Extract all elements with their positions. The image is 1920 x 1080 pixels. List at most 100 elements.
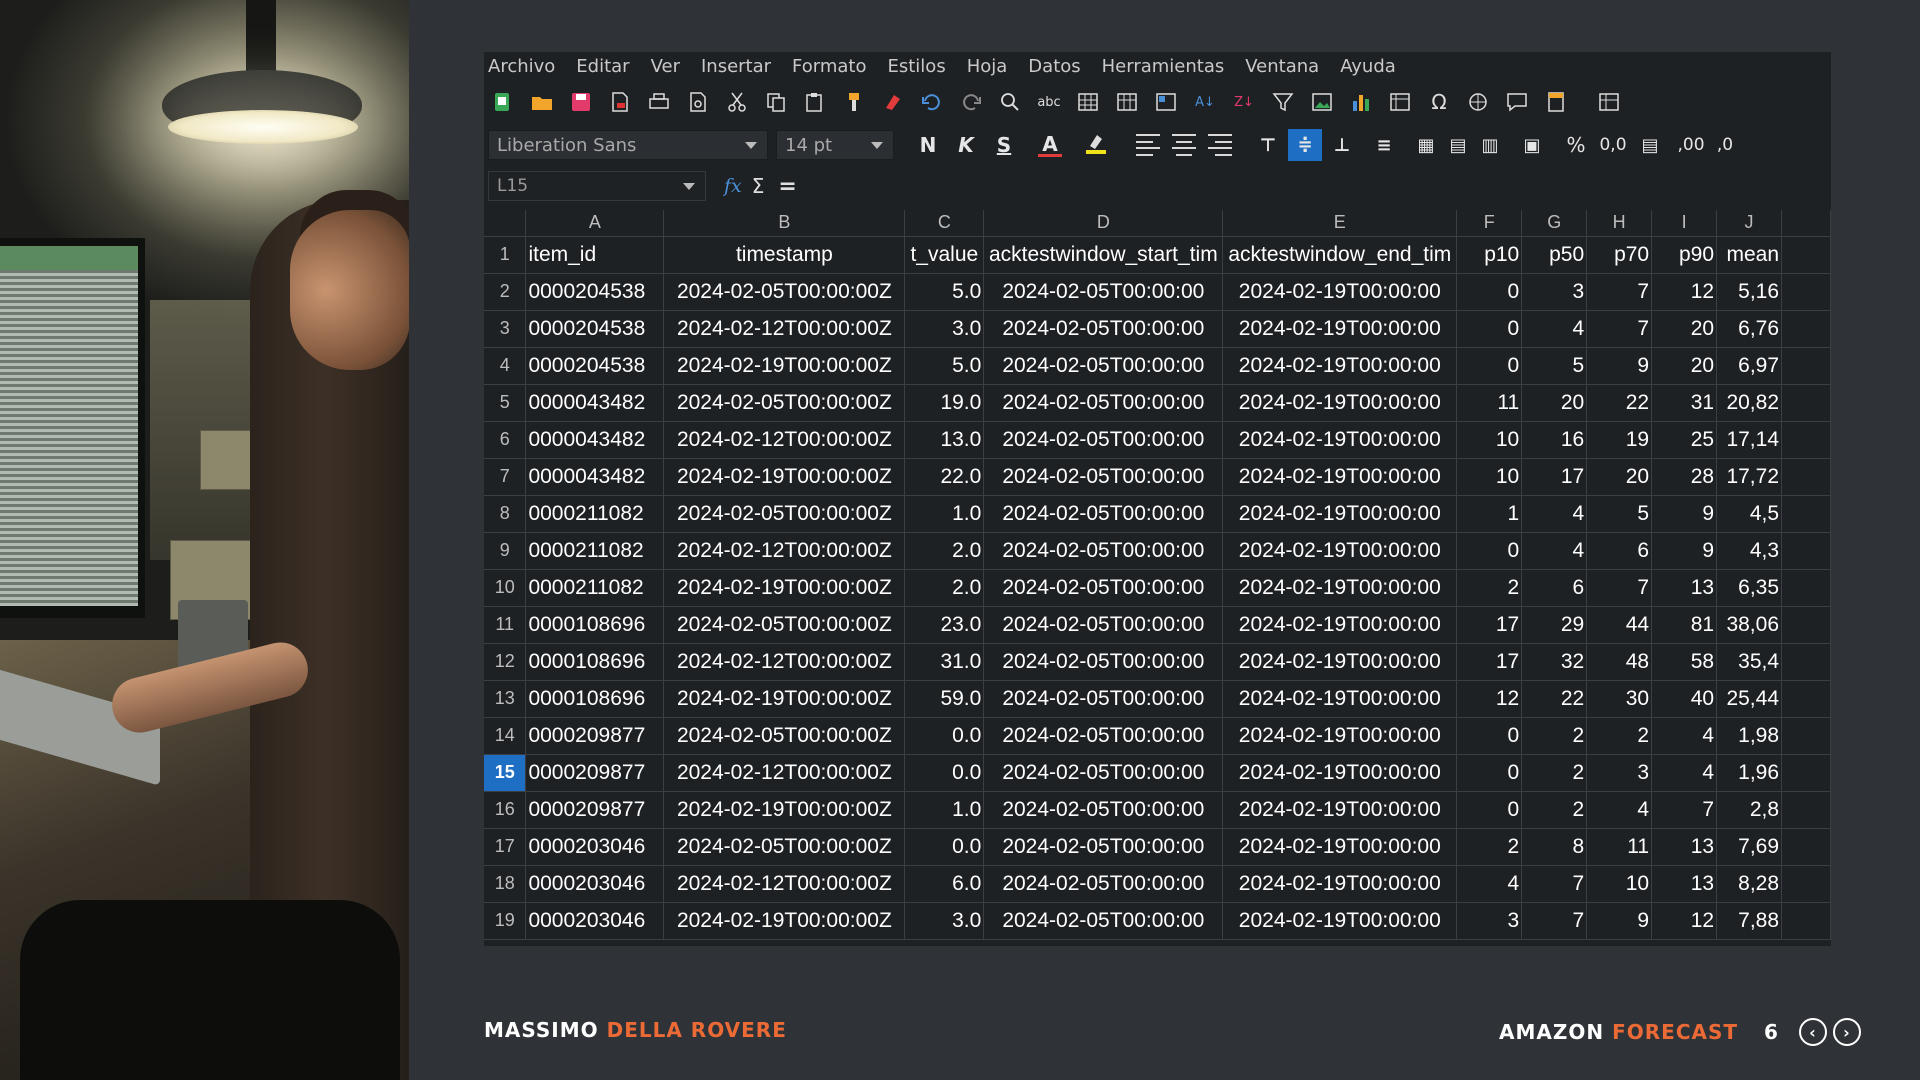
header-cell[interactable]: acktestwindow_start_tim [983, 236, 1224, 274]
hyperlink-icon[interactable] [1467, 91, 1489, 113]
table-cell[interactable]: 2024-02-19T00:00:00 [1222, 347, 1458, 385]
table-cell[interactable]: 0000203046 [525, 902, 665, 940]
table-cell[interactable]: 3 [1521, 273, 1588, 311]
table-cell[interactable]: 6 [1521, 569, 1588, 607]
table-cell[interactable]: 10 [1456, 458, 1523, 496]
table-cell[interactable]: 2024-02-19T00:00:00 [1222, 273, 1458, 311]
table-cell[interactable]: 1,96 [1716, 754, 1783, 792]
table-cell[interactable]: 2024-02-19T00:00:00 [1222, 569, 1458, 607]
header-cell[interactable]: p90 [1651, 236, 1718, 274]
table-cell[interactable]: 6,97 [1716, 347, 1783, 385]
table-cell[interactable]: 2024-02-12T00:00:00Z [663, 643, 906, 681]
table-cell[interactable]: 2024-02-05T00:00:00Z [663, 273, 906, 311]
table-cell[interactable]: 0000204538 [525, 347, 665, 385]
table-cell[interactable]: 2024-02-05T00:00:00 [983, 643, 1224, 681]
row-header[interactable]: 19 [484, 902, 527, 940]
table-cell[interactable]: 0000209877 [525, 754, 665, 792]
redo-icon[interactable] [960, 91, 982, 113]
table-cell[interactable]: 2024-02-05T00:00:00 [983, 717, 1224, 755]
table-cell[interactable]: 20,82 [1716, 384, 1783, 422]
table-cell[interactable]: 4 [1651, 754, 1718, 792]
table-cell[interactable]: 7 [1521, 902, 1588, 940]
table-cell[interactable]: 0.0 [904, 828, 985, 866]
table-cell[interactable]: 0000108696 [525, 643, 665, 681]
table-cell[interactable]: 2024-02-12T00:00:00Z [663, 310, 906, 348]
table-cell[interactable]: 2024-02-05T00:00:00Z [663, 606, 906, 644]
table-cell[interactable]: 7 [1521, 865, 1588, 903]
table-cell[interactable]: 2 [1521, 717, 1588, 755]
table-cell[interactable]: 20 [1521, 384, 1588, 422]
column-header[interactable]: G [1521, 210, 1588, 237]
table-cell[interactable]: 20 [1586, 458, 1653, 496]
table-cell[interactable]: 2.0 [904, 569, 985, 607]
center-vertically-icon[interactable]: ≑ [1288, 129, 1322, 161]
table-cell[interactable]: 16 [1521, 421, 1588, 459]
table-cell[interactable]: 2024-02-05T00:00:00 [983, 902, 1224, 940]
copy-icon[interactable] [765, 91, 787, 113]
wrap-text-icon[interactable]: ≡ [1372, 135, 1396, 156]
table-cell[interactable]: 8,28 [1716, 865, 1783, 903]
table-cell[interactable]: 2024-02-05T00:00:00 [983, 421, 1224, 459]
empty-cell[interactable] [1781, 532, 1831, 570]
insert-image-icon[interactable] [1311, 91, 1333, 113]
number-format-button[interactable]: 0,0 [1598, 135, 1628, 155]
table-cell[interactable]: 23.0 [904, 606, 985, 644]
table-cell[interactable]: 0.0 [904, 717, 985, 755]
table-cell[interactable]: 13.0 [904, 421, 985, 459]
table-cell[interactable]: 2024-02-19T00:00:00 [1222, 384, 1458, 422]
row-header[interactable]: 18 [484, 865, 527, 903]
menu-estilos[interactable]: Estilos [888, 56, 946, 77]
empty-cell[interactable] [1781, 236, 1831, 274]
header-cell[interactable]: mean [1716, 236, 1783, 274]
table-cell[interactable]: 7 [1586, 569, 1653, 607]
table-cell[interactable]: 12 [1651, 902, 1718, 940]
table-cell[interactable]: 13 [1651, 865, 1718, 903]
table-cell[interactable]: 32 [1521, 643, 1588, 681]
table-cell[interactable]: 2024-02-05T00:00:00Z [663, 495, 906, 533]
column-header[interactable]: B [663, 210, 906, 237]
table-cell[interactable]: 7 [1651, 791, 1718, 829]
table-cell[interactable]: 2024-02-05T00:00:00 [983, 865, 1224, 903]
font-color-button[interactable]: A [1038, 134, 1062, 157]
empty-cell[interactable] [1781, 421, 1831, 459]
table-cell[interactable]: 2024-02-12T00:00:00Z [663, 421, 906, 459]
table-cell[interactable]: 10 [1586, 865, 1653, 903]
row-header[interactable]: 3 [484, 310, 527, 348]
table-cell[interactable]: 17 [1456, 643, 1523, 681]
table-cell[interactable]: 2024-02-19T00:00:00 [1222, 865, 1458, 903]
special-character-icon[interactable]: Ω [1428, 90, 1450, 114]
table-cell[interactable]: 2 [1521, 754, 1588, 792]
column-header[interactable]: J [1716, 210, 1783, 237]
remove-decimal-button[interactable]: ,0 [1714, 135, 1736, 155]
table-cell[interactable]: 2024-02-19T00:00:00 [1222, 606, 1458, 644]
empty-cell[interactable] [1781, 347, 1831, 385]
header-cell[interactable]: p50 [1521, 236, 1588, 274]
row-header[interactable]: 13 [484, 680, 527, 718]
formula-equals-button[interactable]: = [778, 174, 796, 199]
table-cell[interactable]: 1,98 [1716, 717, 1783, 755]
table-cell[interactable]: 44 [1586, 606, 1653, 644]
table-cell[interactable]: 81 [1651, 606, 1718, 644]
table-cell[interactable]: 2 [1586, 717, 1653, 755]
table-cell[interactable]: 2024-02-12T00:00:00Z [663, 532, 906, 570]
table-cell[interactable]: 7,88 [1716, 902, 1783, 940]
table-cell[interactable]: 2024-02-19T00:00:00 [1222, 902, 1458, 940]
empty-cell[interactable] [1781, 865, 1831, 903]
table-cell[interactable]: 9 [1586, 902, 1653, 940]
column-icon[interactable] [1116, 91, 1138, 113]
menu-archivo[interactable]: Archivo [488, 56, 555, 77]
table-cell[interactable]: 4 [1521, 495, 1588, 533]
table-cell[interactable]: 13 [1651, 828, 1718, 866]
add-decimal-button[interactable]: ,00 [1676, 135, 1706, 155]
clear-format-icon[interactable] [882, 91, 904, 113]
row-header[interactable]: 14 [484, 717, 527, 755]
table-cell[interactable]: 2024-02-19T00:00:00 [1222, 828, 1458, 866]
table-cell[interactable]: 6.0 [904, 865, 985, 903]
table-cell[interactable]: 2024-02-05T00:00:00 [983, 569, 1224, 607]
undo-icon[interactable] [921, 91, 943, 113]
row-header[interactable]: 6 [484, 421, 527, 459]
table-cell[interactable]: 2024-02-05T00:00:00 [983, 273, 1224, 311]
align-bottom-icon[interactable]: ⊥ [1330, 135, 1354, 156]
table-cell[interactable]: 0.0 [904, 754, 985, 792]
table-cell[interactable]: 2024-02-05T00:00:00 [983, 347, 1224, 385]
